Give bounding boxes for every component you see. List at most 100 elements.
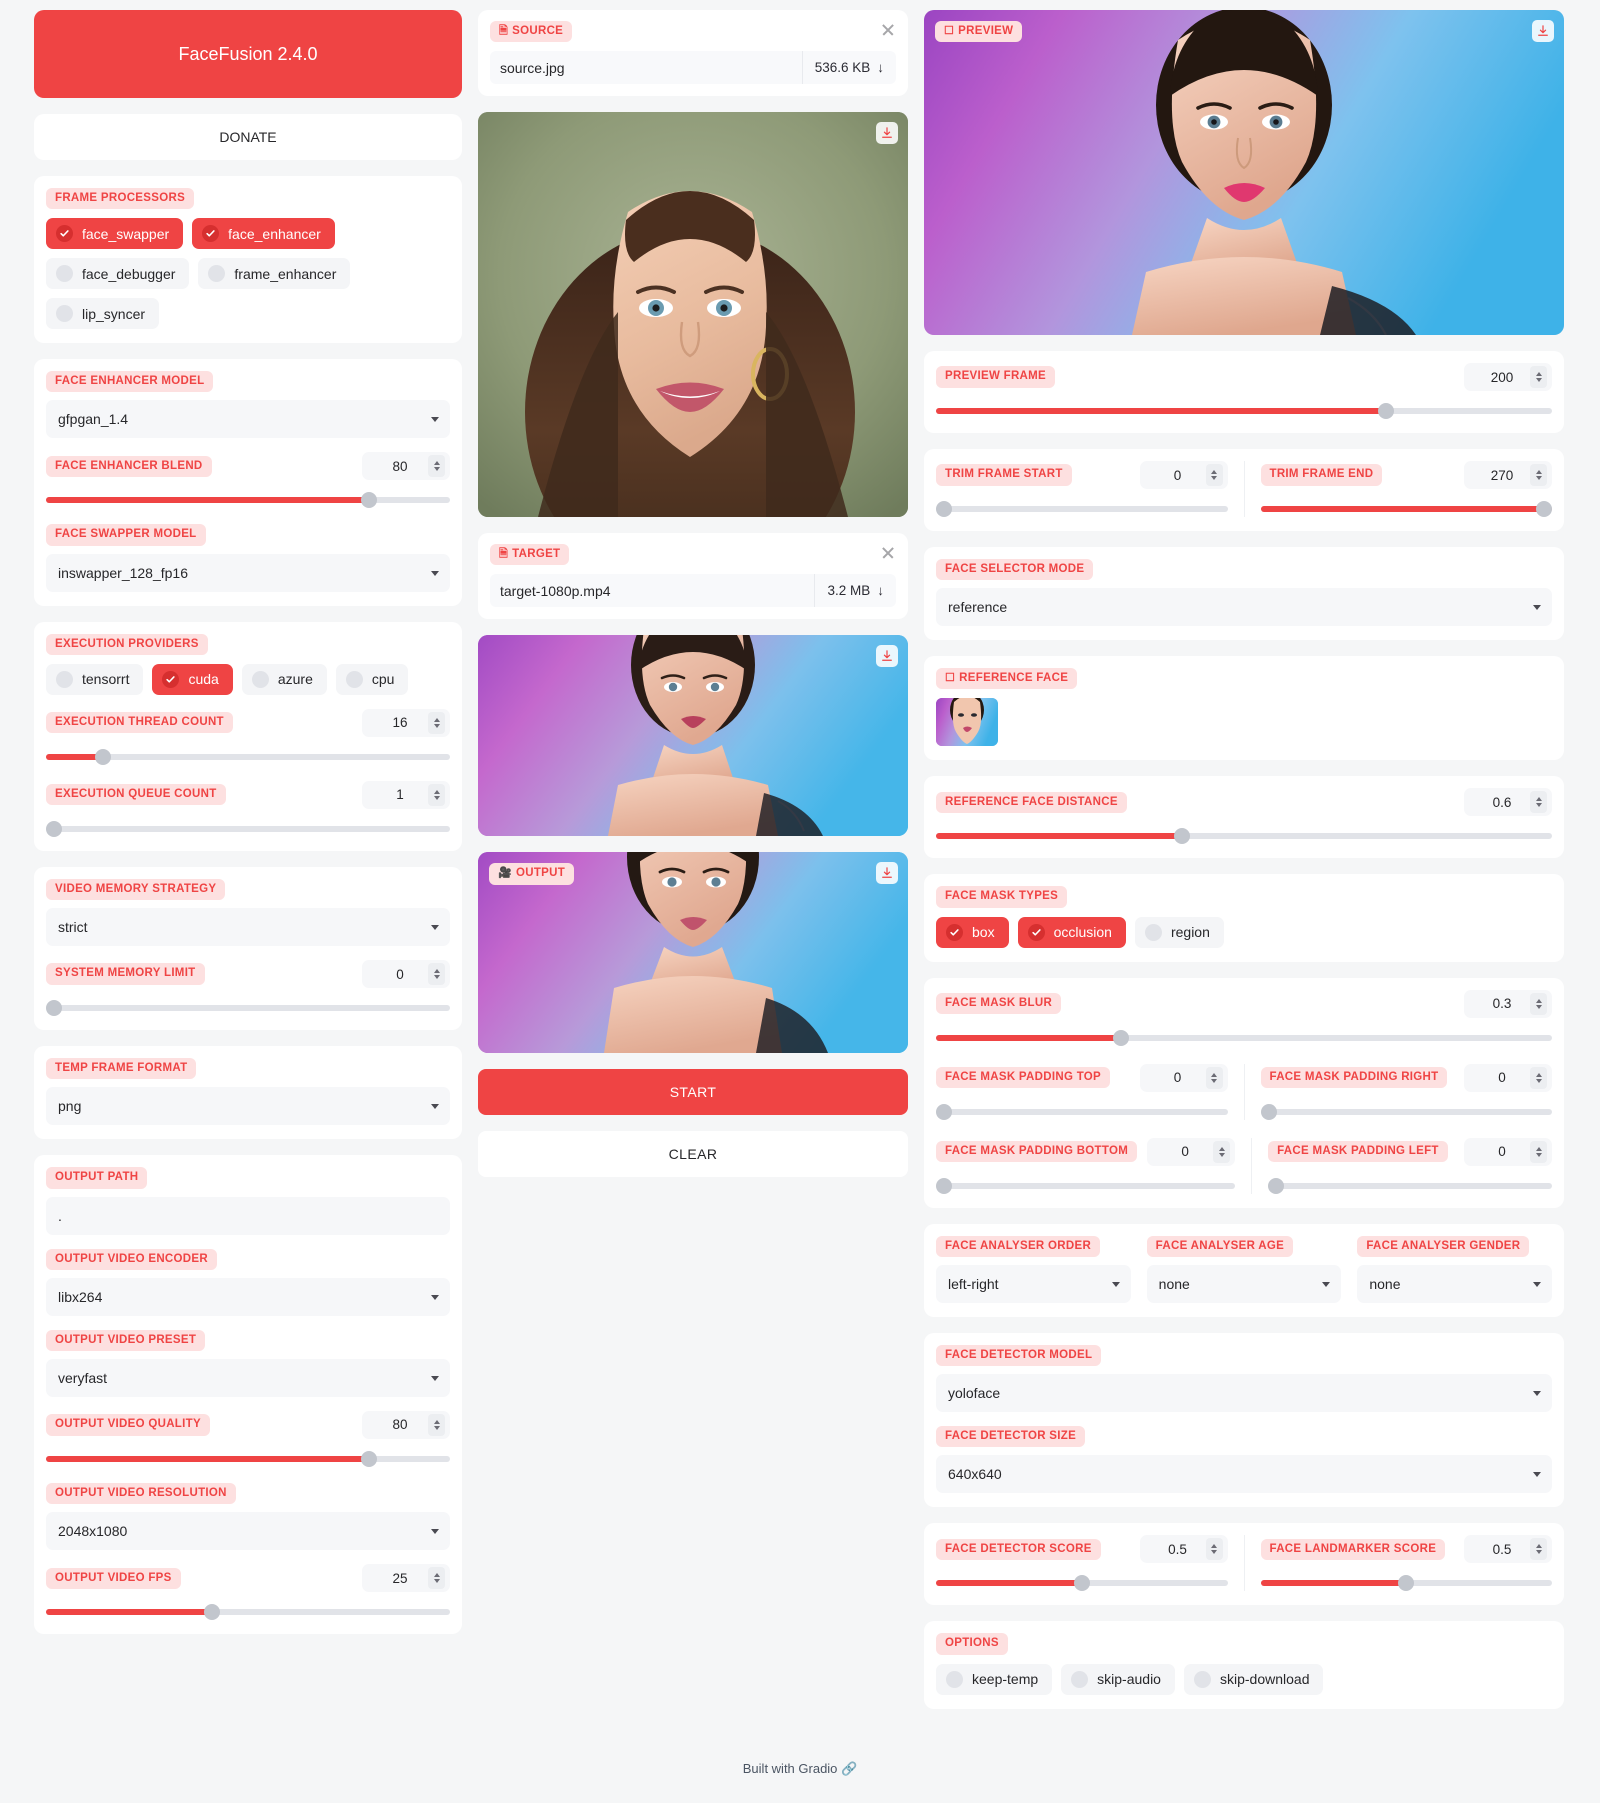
close-icon[interactable] <box>880 545 896 561</box>
download-button[interactable] <box>876 122 898 145</box>
preview-frame-slider[interactable] <box>936 403 1552 419</box>
source-image[interactable] <box>478 112 908 518</box>
slider-handle[interactable] <box>94 748 111 765</box>
output-video[interactable]: 🎥 OUTPUT <box>478 852 908 1054</box>
face-detector-score-slider[interactable] <box>936 1575 1228 1592</box>
slider-handle[interactable] <box>1073 1575 1090 1592</box>
target-file-row[interactable]: target-1080p.mp4 3.2 MB ↓ <box>490 574 896 608</box>
download-icon[interactable]: ↓ <box>877 583 884 598</box>
face-mask-padding-right-slider[interactable] <box>1260 1103 1552 1120</box>
trim-frame-start-number[interactable]: 0 <box>1139 461 1228 489</box>
slider-handle[interactable] <box>361 1450 378 1467</box>
system-memory-limit-number[interactable]: 0 <box>362 960 450 989</box>
stepper-icon[interactable] <box>1213 1140 1231 1163</box>
stepper-icon[interactable] <box>1205 464 1223 486</box>
stepper-icon[interactable] <box>428 963 445 986</box>
donate-button[interactable]: DONATE <box>34 114 462 160</box>
face-enhancer-blend-number[interactable]: 80 <box>362 452 450 481</box>
chip-keep-temp[interactable]: keep-temp <box>936 1663 1053 1695</box>
stepper-icon[interactable] <box>1530 791 1547 814</box>
source-file-row[interactable]: source.jpg 536.6 KB ↓ <box>490 51 896 85</box>
preview-frame-number[interactable]: 200 <box>1464 363 1552 391</box>
face-mask-padding-bottom-number[interactable]: 0 <box>1147 1137 1236 1166</box>
slider-handle[interactable] <box>203 1604 220 1621</box>
slider-handle[interactable] <box>46 1000 62 1017</box>
slider-handle[interactable] <box>936 501 952 517</box>
face-landmarker-score-slider[interactable] <box>1260 1575 1552 1592</box>
face-mask-padding-top-slider[interactable] <box>936 1103 1228 1120</box>
chip-face-debugger[interactable]: face_debugger <box>46 258 190 290</box>
stepper-icon[interactable] <box>1205 1538 1223 1561</box>
face-mask-padding-right-number[interactable]: 0 <box>1464 1063 1552 1092</box>
stepper-icon[interactable] <box>1530 366 1547 388</box>
output-video-quality-number[interactable]: 80 <box>362 1410 450 1439</box>
face-mask-padding-top-number[interactable]: 0 <box>1139 1063 1228 1092</box>
output-video-resolution-select[interactable]: 2048x1080 <box>46 1512 450 1551</box>
stepper-icon[interactable] <box>1530 1538 1547 1561</box>
face-landmarker-score-number[interactable]: 0.5 <box>1464 1535 1552 1564</box>
trim-frame-start-slider[interactable] <box>936 501 1228 517</box>
face-selector-mode-select[interactable]: reference <box>936 588 1552 627</box>
slider-handle[interactable] <box>1260 1103 1277 1120</box>
reference-face-thumbnail[interactable] <box>936 698 998 747</box>
preview-image[interactable]: ☐ PREVIEW <box>924 10 1564 335</box>
reference-face-distance-number[interactable]: 0.6 <box>1464 788 1552 817</box>
temp-frame-format-select[interactable]: png <box>46 1087 450 1126</box>
slider-handle[interactable] <box>1398 1575 1415 1592</box>
face-mask-padding-bottom-slider[interactable] <box>936 1177 1236 1194</box>
chip-occlusion[interactable]: occlusion <box>1017 916 1126 948</box>
chip-skip-audio[interactable]: skip-audio <box>1061 1663 1175 1695</box>
chip-frame-enhancer[interactable]: frame_enhancer <box>198 258 351 290</box>
stepper-icon[interactable] <box>428 711 445 734</box>
face-analyser-order-select[interactable]: left-right <box>936 1264 1131 1303</box>
execution-thread-count-number[interactable]: 16 <box>362 708 450 737</box>
face-detector-model-select[interactable]: yoloface <box>936 1374 1552 1413</box>
video-memory-strategy-select[interactable]: strict <box>46 908 450 947</box>
stepper-icon[interactable] <box>428 783 445 806</box>
stepper-icon[interactable] <box>1530 1066 1547 1089</box>
face-detector-size-select[interactable]: 640x640 <box>936 1455 1552 1494</box>
slider-handle[interactable] <box>936 1103 952 1120</box>
start-button[interactable]: START <box>478 1069 908 1116</box>
trim-frame-end-number[interactable]: 270 <box>1464 461 1552 489</box>
execution-thread-count-slider[interactable] <box>46 748 450 765</box>
trim-frame-end-slider[interactable] <box>1260 501 1552 517</box>
output-video-fps-number[interactable]: 25 <box>362 1564 450 1593</box>
stepper-icon[interactable] <box>428 455 445 478</box>
execution-queue-count-slider[interactable] <box>46 820 450 837</box>
download-button[interactable] <box>1532 20 1554 42</box>
close-icon[interactable] <box>880 22 896 38</box>
chip-azure[interactable]: azure <box>241 663 327 695</box>
face-mask-padding-left-slider[interactable] <box>1268 1177 1552 1194</box>
face-mask-blur-number[interactable]: 0.3 <box>1464 989 1552 1018</box>
stepper-icon[interactable] <box>1205 1066 1223 1089</box>
output-video-fps-slider[interactable] <box>46 1604 450 1621</box>
output-path-input[interactable]: . <box>46 1196 450 1235</box>
slider-handle[interactable] <box>361 492 378 509</box>
chip-region[interactable]: region <box>1134 916 1224 948</box>
chip-cpu[interactable]: cpu <box>335 663 409 695</box>
chip-box[interactable]: box <box>936 916 1009 948</box>
target-video[interactable] <box>478 635 908 837</box>
chip-face-swapper[interactable]: face_swapper <box>46 218 184 250</box>
slider-handle[interactable] <box>46 820 62 837</box>
stepper-icon[interactable] <box>428 1413 445 1436</box>
download-icon[interactable]: ↓ <box>877 60 884 75</box>
chip-skip-download[interactable]: skip-download <box>1183 1663 1324 1695</box>
face-detector-score-number[interactable]: 0.5 <box>1139 1535 1228 1564</box>
face-swapper-model-select[interactable]: inswapper_128_fp16 <box>46 553 450 592</box>
execution-queue-count-number[interactable]: 1 <box>362 780 450 809</box>
stepper-icon[interactable] <box>428 1567 445 1590</box>
output-video-preset-select[interactable]: veryfast <box>46 1358 450 1397</box>
clear-button[interactable]: CLEAR <box>478 1131 908 1178</box>
reference-face-distance-slider[interactable] <box>936 828 1552 845</box>
slider-handle[interactable] <box>936 1177 952 1194</box>
face-enhancer-model-select[interactable]: gfpgan_1.4 <box>46 400 450 439</box>
slider-handle[interactable] <box>1377 403 1394 419</box>
chip-tensorrt[interactable]: tensorrt <box>46 663 144 695</box>
face-analyser-age-select[interactable]: none <box>1146 1264 1342 1303</box>
face-mask-blur-slider[interactable] <box>936 1029 1552 1046</box>
face-enhancer-blend-slider[interactable] <box>46 492 450 509</box>
stepper-icon[interactable] <box>1530 992 1547 1015</box>
slider-handle[interactable] <box>1536 501 1552 517</box>
